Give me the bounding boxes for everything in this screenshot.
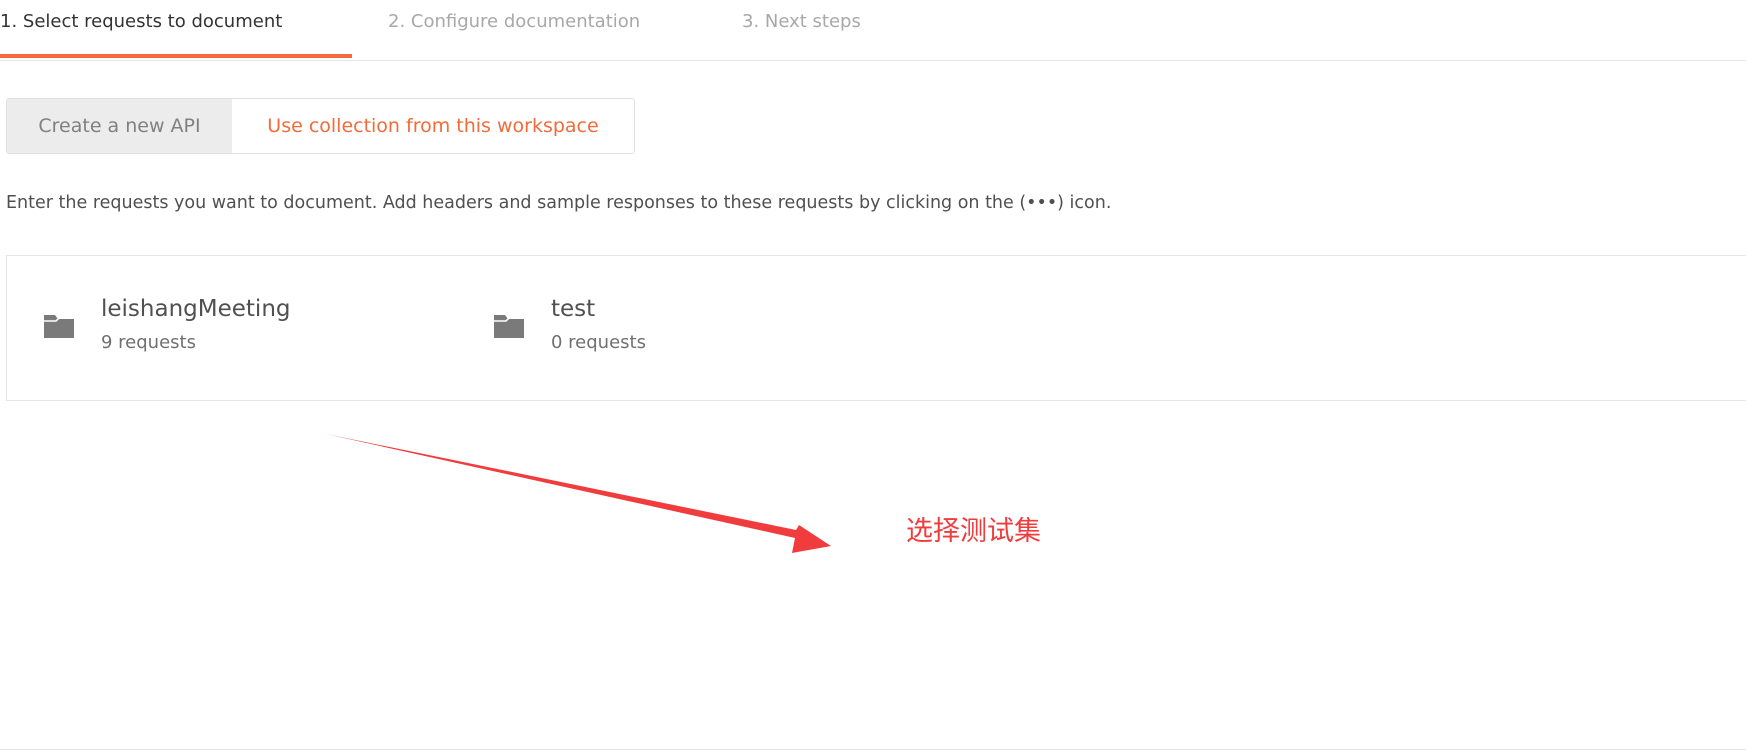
active-step-indicator bbox=[0, 54, 352, 58]
tab-step-configure-documentation[interactable]: 2. Configure documentation bbox=[388, 0, 640, 58]
collection-request-count: 0 requests bbox=[551, 332, 646, 353]
tab-step-next-steps[interactable]: 3. Next steps bbox=[742, 0, 861, 58]
collection-list: leishangMeeting 9 requests test 0 reques… bbox=[6, 255, 1746, 401]
source-toggle: Create a new API Use collection from thi… bbox=[6, 98, 635, 154]
create-new-api-button[interactable]: Create a new API bbox=[7, 99, 232, 153]
instructions-text: Enter the requests you want to document.… bbox=[6, 193, 1112, 213]
collection-request-count: 9 requests bbox=[101, 332, 196, 353]
folder-icon bbox=[44, 315, 74, 338]
tab-step-select-requests[interactable]: 1. Select requests to document bbox=[0, 0, 282, 58]
collection-name: test bbox=[551, 296, 596, 322]
collection-item-leishangmeeting[interactable]: leishangMeeting 9 requests bbox=[43, 296, 423, 366]
annotation-label: 选择测试集 bbox=[906, 516, 1041, 547]
collection-item-test[interactable]: test 0 requests bbox=[493, 296, 793, 366]
document-api-wizard: 1. Select requests to document 2. Config… bbox=[0, 0, 1746, 754]
use-collection-button[interactable]: Use collection from this workspace bbox=[232, 99, 634, 153]
footer-divider bbox=[0, 749, 1746, 750]
folder-icon bbox=[494, 315, 524, 338]
wizard-steps: 1. Select requests to document 2. Config… bbox=[0, 0, 1746, 61]
collection-name: leishangMeeting bbox=[101, 296, 291, 322]
